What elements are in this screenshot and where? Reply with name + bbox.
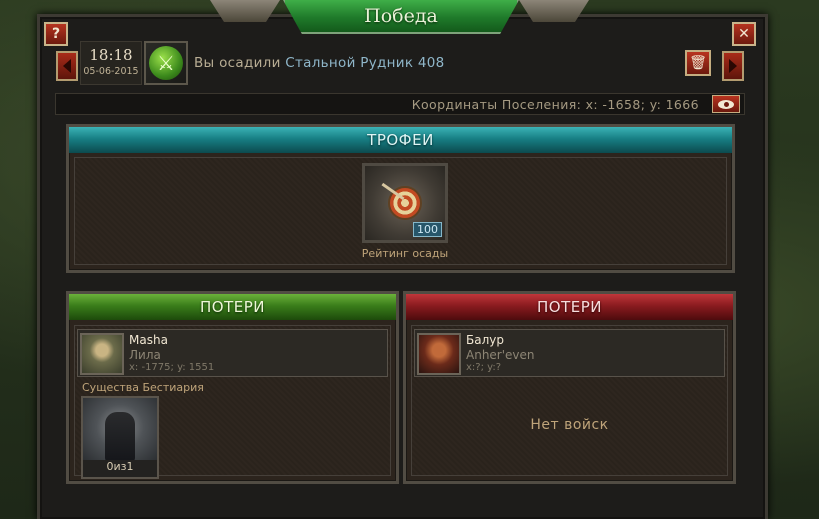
defender-losses-panel: ПОТЕРИ Балур Anher'even x:?; y:? Нет вой… [403, 291, 736, 484]
unit-card[interactable]: 0из1 [81, 396, 159, 479]
event-info-bar: 18:18 05-06-2015 ⚔ Вы осадили Стальной Р… [80, 41, 717, 87]
defender-losses-header: ПОТЕРИ [406, 294, 733, 320]
help-button[interactable]: ? [44, 22, 68, 46]
attacker-losses-panel: ПОТЕРИ Masha Лила x: -1775; y: 1551 Суще… [66, 291, 399, 484]
player-alliance: Лила [129, 348, 161, 362]
unit-portrait [83, 398, 157, 462]
previous-report-button[interactable] [56, 51, 78, 81]
trophies-panel: ТРОФЕИ 100 Рейтинг осады [66, 124, 735, 273]
attacker-losses-content: Masha Лила x: -1775; y: 1551 Существа Бе… [74, 325, 391, 479]
close-button[interactable]: ✕ [732, 22, 756, 46]
no-troops-message: Нет войск [530, 417, 609, 433]
event-date: 05-06-2015 [83, 66, 139, 77]
delete-report-button[interactable]: 🗑 [685, 50, 711, 76]
arrow-left-icon [63, 59, 71, 73]
attacker-losses-header: ПОТЕРИ [69, 294, 396, 320]
settlement-coordinates-bar: Координаты Поселения: x: -1658; y: 1666 [55, 93, 745, 115]
siege-event-badge: ⚔ [144, 41, 188, 85]
trash-icon: 🗑 [689, 55, 707, 71]
next-report-button[interactable] [722, 51, 744, 81]
trophy-count: 100 [413, 222, 442, 237]
trophies-header: ТРОФЕИ [69, 127, 732, 153]
trophy-siege-rating[interactable]: 100 [362, 163, 448, 243]
player-name: Masha [129, 333, 168, 347]
player-alliance: Anher'even [466, 348, 535, 362]
avatar [80, 333, 124, 375]
close-icon: ✕ [738, 26, 750, 42]
player-name: Балур [466, 333, 504, 347]
attacker-player-row[interactable]: Masha Лила x: -1775; y: 1551 [77, 329, 388, 377]
bestiary-section-label: Существа Бестиария [82, 381, 204, 394]
event-target-link[interactable]: Стальной Рудник 408 [285, 55, 444, 71]
defender-player-row[interactable]: Балур Anher'even x:?; y:? [414, 329, 725, 377]
siege-sword-icon: ⚔ [149, 46, 183, 80]
event-description: Вы осадили Стальной Рудник 408 [194, 55, 445, 71]
view-on-map-button[interactable] [712, 95, 740, 113]
defender-losses-content: Балур Anher'even x:?; y:? Нет войск [411, 325, 728, 476]
arrow-right-icon [729, 59, 737, 73]
player-coordinates: x:?; y:? [466, 362, 502, 373]
event-timestamp: 18:18 05-06-2015 [80, 41, 142, 85]
trophy-label: Рейтинг осады [361, 247, 449, 260]
eye-icon [718, 99, 734, 109]
avatar [417, 333, 461, 375]
settlement-coordinates: Координаты Поселения: x: -1658; y: 1666 [411, 97, 699, 112]
event-time: 18:18 [89, 46, 133, 64]
event-prefix: Вы осадили [194, 55, 281, 71]
unit-loss-count: 0из1 [83, 460, 157, 477]
player-coordinates: x: -1775; y: 1551 [129, 362, 215, 373]
window-title: Победа [283, 0, 519, 34]
